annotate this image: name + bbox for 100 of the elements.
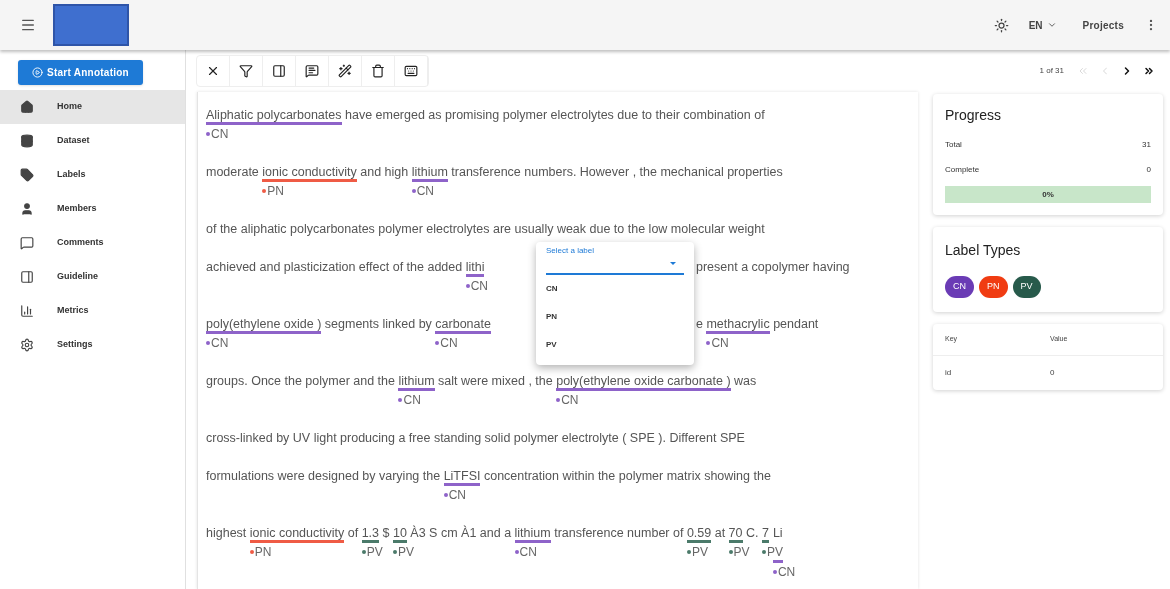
stat-value: 31	[1142, 139, 1151, 151]
settings-icon	[20, 338, 34, 352]
entity-label: PV	[761, 544, 783, 560]
comment-icon	[20, 236, 34, 250]
document-text: e	[696, 316, 704, 333]
play-icon	[32, 67, 43, 78]
label-chip[interactable]: CN	[945, 276, 974, 298]
nav-item[interactable]: Members	[0, 192, 185, 226]
label-chip[interactable]: PV	[1012, 276, 1041, 298]
annotated-span[interactable]: ionic conductivity	[249, 526, 345, 543]
annotated-span[interactable]: poly(ethylene oxide carbonate )	[556, 374, 731, 391]
table-cell-text: id	[944, 367, 953, 379]
menu-option[interactable]: CN	[546, 275, 684, 303]
nav-label: Settings	[57, 338, 93, 352]
annotated-span[interactable]: lithi	[465, 260, 485, 277]
document-text: transference number of	[553, 525, 685, 542]
annotated-span[interactable]: LiTFSI	[443, 469, 481, 486]
start-annotation-button[interactable]: Start Annotation	[18, 60, 143, 85]
entity-label: PV	[361, 544, 383, 560]
document-text: achieved and plasticization effect of the added	[206, 259, 464, 276]
nav-item[interactable]: Settings	[0, 328, 185, 362]
nav-label: Home	[57, 100, 82, 114]
entity-label: CN	[206, 335, 229, 351]
nav-item[interactable]: Dataset	[0, 124, 185, 158]
annotated-span[interactable]: lithium	[411, 165, 448, 182]
document-text: was	[733, 373, 757, 390]
document-text: of the aliphatic polycarbonates polymer electrolytes are usually weak due to the low molecular weight	[206, 221, 765, 238]
stat-value: 0	[1146, 164, 1151, 176]
person-icon	[20, 202, 34, 216]
page-count: 1 of 31	[1039, 65, 1064, 77]
entity-label: CN	[398, 392, 421, 408]
home-icon	[20, 100, 34, 114]
language-menu[interactable]: EN	[1028, 17, 1057, 33]
document-text: highest	[206, 525, 248, 542]
document-text: at	[713, 525, 727, 542]
menu-icon[interactable]	[20, 17, 36, 33]
nav-label: Labels	[57, 168, 86, 182]
nav-item[interactable]: Metrics	[0, 294, 185, 328]
nav-label: Dataset	[57, 134, 90, 148]
document-text: C.	[744, 525, 760, 542]
entity-underline	[772, 560, 783, 563]
annotated-span[interactable]: methacrylic	[706, 317, 770, 334]
dropdown-icon	[670, 262, 676, 266]
nav-item[interactable]: Comments	[0, 226, 185, 260]
annotated-span[interactable]: ionic conductivity	[262, 165, 357, 182]
annotated-span[interactable]: lithium	[398, 374, 435, 391]
document-text: groups. Once the polymer and the	[206, 373, 396, 390]
annotated-span[interactable]: 70	[728, 526, 743, 543]
document-text: pendant	[772, 316, 819, 333]
comment-icon	[305, 64, 319, 78]
entity-label: CN	[772, 564, 796, 580]
keyboard-icon	[404, 64, 418, 78]
annotated-span[interactable]: lithium	[514, 526, 551, 543]
entity-label: PV	[392, 544, 414, 560]
label-select[interactable]: Select a label	[546, 245, 684, 275]
annotated-span[interactable]: Li	[772, 526, 783, 540]
annotated-span[interactable]: carbonate	[435, 317, 491, 334]
document-text: have emerged as promising polymer electrolytes due to their combination of	[343, 107, 765, 124]
filter-icon	[239, 64, 253, 78]
document-text: formulations were designed by varying the	[206, 468, 442, 485]
nav-item[interactable]: Home	[0, 90, 185, 124]
entity-label: CN	[706, 335, 729, 351]
stat-label: Total	[945, 139, 962, 151]
annotated-span[interactable]: 7	[761, 526, 769, 543]
annotated-span[interactable]: 10	[392, 526, 407, 543]
menu-option[interactable]: PN	[546, 303, 684, 331]
projects-link[interactable]: Projects	[1082, 17, 1124, 33]
caret-icon	[1046, 20, 1057, 30]
menu-option[interactable]: PV	[546, 331, 684, 359]
document-text: cross-linked by UV light producing a free standing solid polymer electrolyte ( SPE ). Different SPE	[206, 430, 745, 447]
document-text: present a copolymer having	[696, 259, 850, 276]
stat-label: Complete	[945, 164, 980, 176]
entity-label: PV	[686, 544, 708, 560]
entity-label: CN	[435, 335, 458, 351]
annotated-span[interactable]: 1.3	[361, 526, 380, 543]
annotated-span[interactable]: 0.59	[686, 526, 712, 543]
tag-icon	[20, 168, 34, 182]
entity-label: CN	[411, 183, 435, 199]
entity-label: PN	[249, 544, 272, 560]
label-chip[interactable]: PN	[979, 276, 1008, 298]
entity-label: CN	[556, 392, 579, 408]
document-text: transference numbers. However , the mechanical properties	[450, 164, 783, 181]
document-text: segments linked by	[323, 316, 433, 333]
nav-item[interactable]: Labels	[0, 158, 185, 192]
entity-label: PN	[262, 183, 284, 199]
annotated-span[interactable]: poly(ethylene oxide )	[206, 317, 322, 334]
table-cell-text: 0	[1049, 367, 1056, 379]
card-title: Label Types	[945, 241, 1022, 260]
document-text: moderate	[206, 164, 260, 181]
entity-label: PV	[728, 544, 750, 560]
nav-label: Guideline	[57, 270, 98, 284]
nav-item[interactable]: Guideline	[0, 260, 185, 294]
document-text: À3 S cm À1 and a	[409, 524, 513, 542]
panel-icon	[272, 64, 286, 78]
document-text: salt were mixed , the	[437, 373, 554, 390]
document-text: and high	[359, 164, 410, 181]
brightness-icon[interactable]	[993, 17, 1009, 33]
annotated-span[interactable]: Aliphatic polycarbonates	[206, 108, 342, 125]
bar-chart-icon	[20, 304, 34, 318]
progress-reading: 0%	[1042, 188, 1054, 201]
